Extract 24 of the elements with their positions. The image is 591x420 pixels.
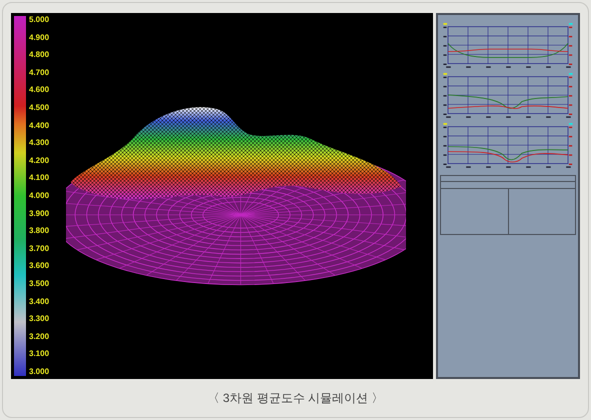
scale-label: 4.400 xyxy=(29,122,50,130)
scale-label: 3.500 xyxy=(29,280,50,288)
caption: 〈 3차원 평균도수 시뮬레이션 〉 xyxy=(207,390,384,407)
scale-label: 4.000 xyxy=(29,192,50,200)
scale-label: 4.900 xyxy=(29,34,50,42)
scale-label: 4.300 xyxy=(29,139,50,148)
scale-label: 3.000 xyxy=(29,368,50,376)
info-pane xyxy=(440,189,508,235)
scale-label: 3.300 xyxy=(29,315,50,324)
scale-label: 3.200 xyxy=(29,332,50,341)
scale-label: 4.200 xyxy=(29,156,50,165)
scale-label: 3.100 xyxy=(29,350,50,358)
scale-label: 3.800 xyxy=(29,227,50,236)
scale-label: 4.100 xyxy=(29,174,50,182)
scale-label: 3.900 xyxy=(29,210,50,218)
scale-label: 4.700 xyxy=(29,68,50,77)
info-pane xyxy=(508,189,576,235)
scale-label: 3.600 xyxy=(29,262,50,270)
scale-label: 4.600 xyxy=(29,86,50,94)
scale-label: 3.400 xyxy=(29,298,50,306)
scale-label: 4.500 xyxy=(29,104,50,112)
scale-label: 4.800 xyxy=(29,51,50,60)
scale-label: 3.700 xyxy=(29,244,50,253)
scale-label: 5.000 xyxy=(29,16,50,24)
